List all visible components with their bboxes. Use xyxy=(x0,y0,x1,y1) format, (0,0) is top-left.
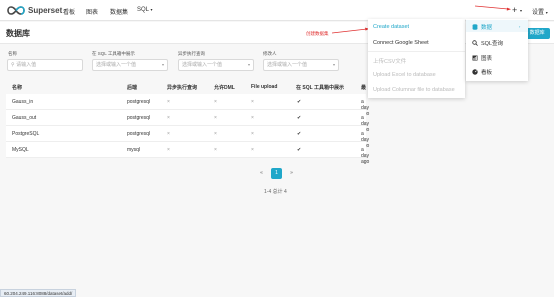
submenu-item-data-label: 数据 xyxy=(481,25,493,31)
table-row[interactable]: Gauss_out postgresql × × × ✔ a day ago xyxy=(6,110,369,133)
menu-item-upload-excel[interactable]: Upload Excel to database xyxy=(373,72,436,78)
brand-name: Superset xyxy=(28,6,63,15)
cell-name[interactable]: Gauss_out xyxy=(12,115,36,121)
cell-name[interactable]: Gauss_in xyxy=(12,99,33,105)
cell-backend: postgresql xyxy=(127,99,151,105)
dashboard-icon xyxy=(472,69,478,75)
nav-charts[interactable]: 图表 xyxy=(86,7,98,16)
cell-modified: a day ago xyxy=(361,147,370,165)
plus-icon[interactable]: + xyxy=(512,6,517,15)
filter-label-async: 异步执行查询 xyxy=(178,51,205,56)
cross-icon: × xyxy=(251,115,254,121)
cell-name[interactable]: PostgreSQL xyxy=(12,131,39,137)
menu-item-upload-columnar[interactable]: Upload Columnar file to database xyxy=(373,87,455,93)
submenu-item-sql-label: SQL查询 xyxy=(481,41,504,47)
cell-backend: mysql xyxy=(127,147,141,153)
annotation-arrow-icon xyxy=(474,5,511,11)
cross-icon: × xyxy=(251,147,254,153)
pagination-summary: 1-4 总计 4 xyxy=(264,189,287,195)
cross-icon: × xyxy=(214,147,217,153)
submenu-item-data[interactable]: 数据 xyxy=(472,23,492,31)
column-header-sql-lab[interactable]: 在 SQL 工具箱中展示 xyxy=(296,84,344,91)
pagination: « 1 » xyxy=(256,168,297,179)
filter-label-sql-lab: 在 SQL 工具箱中展示 xyxy=(92,51,135,56)
filter-modified-by-select[interactable]: 选择或输入一个值 ▾ xyxy=(263,59,339,71)
menu-item-create-dataset[interactable]: Create dataset xyxy=(373,24,409,30)
column-header-dml[interactable]: 允许DML xyxy=(214,84,235,91)
cross-icon: × xyxy=(167,147,170,153)
chevron-down-icon: ▾ xyxy=(332,62,335,67)
filter-async-select[interactable]: 选择或输入一个值 ▾ xyxy=(178,59,254,71)
check-icon: ✔ xyxy=(297,99,302,105)
cell-name[interactable]: MySQL xyxy=(12,147,29,153)
menu-item-connect-google-sheet[interactable]: Connect Google Sheet xyxy=(373,40,429,46)
nav-sql[interactable]: SQL ▾ xyxy=(137,7,152,13)
filter-sql-lab-placeholder: 选择或输入一个值 xyxy=(96,62,137,68)
filter-name-placeholder: 请输入值 xyxy=(16,62,37,68)
filter-modified-by-placeholder: 选择或输入一个值 xyxy=(267,62,308,68)
nav-sql-label: SQL xyxy=(137,7,149,13)
chevron-down-icon: ▾ xyxy=(161,62,164,67)
table-row[interactable]: PostgreSQL postgresql × × × ✔ a day ago xyxy=(6,126,369,149)
settings-menu[interactable]: 设置 ▾ xyxy=(532,7,548,16)
annotation-text: 创建数据集 xyxy=(306,31,329,36)
nav-datasets[interactable]: 数据集 xyxy=(110,7,128,16)
cell-backend: postgresql xyxy=(127,115,151,121)
annotation-arrow-icon xyxy=(331,27,369,34)
nav-dashboards[interactable]: 看板 xyxy=(63,7,75,16)
submenu-item-chart[interactable]: 图表 xyxy=(472,54,492,62)
database-icon xyxy=(472,24,478,30)
filter-label-modified-by: 修改人 xyxy=(263,51,277,56)
table-row[interactable]: MySQL mysql × × × ✔ a day ago xyxy=(6,142,369,165)
filter-sql-lab-select[interactable]: 选择或输入一个值 ▾ xyxy=(92,59,168,71)
menu-item-upload-csv[interactable]: 上传CSV文件 xyxy=(373,57,406,65)
column-header-async[interactable]: 异步执行查询 xyxy=(167,84,197,91)
column-header-file-upload[interactable]: File upload xyxy=(251,84,277,90)
cross-icon: × xyxy=(214,99,217,105)
chevron-down-icon: ▾ xyxy=(150,7,153,12)
submenu-item-dashboard-label: 看板 xyxy=(481,70,493,76)
superset-logo-icon xyxy=(7,6,25,15)
chevron-down-icon[interactable]: ▾ xyxy=(520,8,522,13)
next-page-button[interactable]: » xyxy=(286,168,297,179)
submenu-item-sql-query[interactable]: SQL查询 xyxy=(472,39,503,47)
submenu-item-chart-label: 图表 xyxy=(481,56,493,62)
chevron-down-icon: ▾ xyxy=(545,10,548,15)
new-item-submenu: 数据 › SQL查询 图表 看板 xyxy=(466,19,528,81)
cross-icon: × xyxy=(251,99,254,105)
column-header-name[interactable]: 名称 xyxy=(12,84,22,91)
submenu-item-dashboard[interactable]: 看板 xyxy=(472,68,492,76)
check-icon: ✔ xyxy=(297,147,302,153)
column-header-backend[interactable]: 后端 xyxy=(127,84,137,91)
cross-icon: × xyxy=(167,131,170,137)
cross-icon: × xyxy=(214,115,217,121)
column-header-modified[interactable]: 最 xyxy=(361,84,366,91)
page-1-button[interactable]: 1 xyxy=(271,168,282,179)
cross-icon: × xyxy=(167,99,170,105)
table-row[interactable]: Gauss_in postgresql × × × ✔ a day ago xyxy=(6,94,369,117)
check-icon: ✔ xyxy=(297,131,302,137)
cross-icon: × xyxy=(251,131,254,137)
cross-icon: × xyxy=(214,131,217,137)
superset-logo[interactable]: Superset xyxy=(6,4,62,17)
cell-backend: postgresql xyxy=(127,131,151,137)
cross-icon: × xyxy=(167,115,170,121)
menu-divider xyxy=(368,51,465,52)
chart-icon xyxy=(472,55,478,61)
search-icon xyxy=(472,40,478,46)
prev-page-button[interactable]: « xyxy=(256,168,267,179)
filter-name-input[interactable]: ⚲ 请输入值 xyxy=(7,59,83,71)
filter-async-placeholder: 选择或输入一个值 xyxy=(182,62,223,68)
check-icon: ✔ xyxy=(297,115,302,121)
settings-label: 设置 xyxy=(532,10,545,16)
filter-label-name: 名称 xyxy=(8,51,17,56)
chevron-right-icon: › xyxy=(519,24,521,29)
create-dropdown-menu: Create dataset Connect Google Sheet 上传CS… xyxy=(368,19,465,98)
top-navbar: Superset 看板 图表 数据集 SQL ▾ + ▾ 设置 ▾ xyxy=(0,0,554,21)
browser-status-url: 60.204.249.116:8088/dataset/add/ xyxy=(0,289,77,297)
chevron-down-icon: ▾ xyxy=(247,62,250,67)
page-title: 数据库 xyxy=(6,29,30,38)
